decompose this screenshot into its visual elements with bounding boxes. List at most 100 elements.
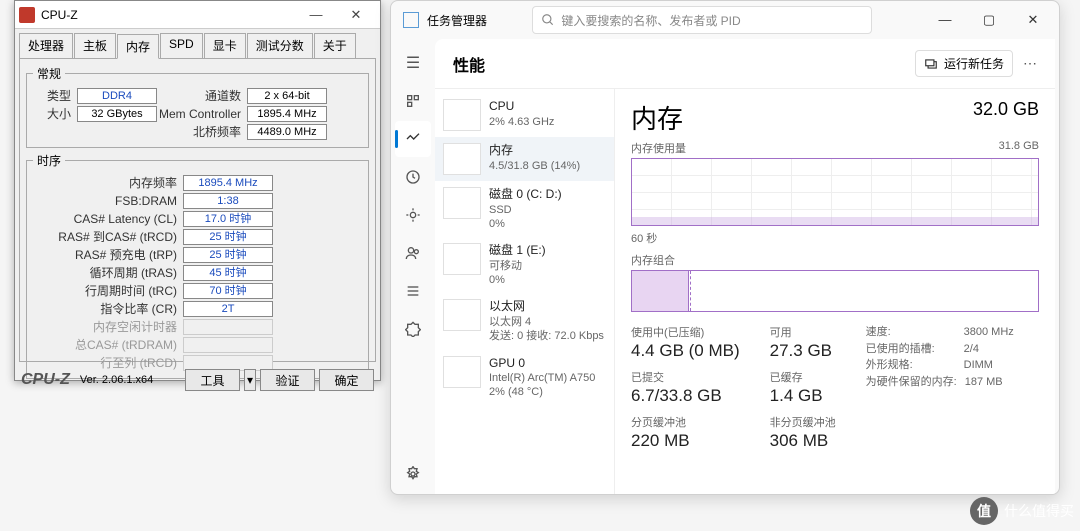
channels-label: 通道数	[157, 87, 247, 104]
resource-thumb	[443, 243, 481, 275]
resource-thumb	[443, 299, 481, 331]
resource-thumb	[443, 187, 481, 219]
sixty-label: 60 秒	[631, 230, 1039, 246]
tab-bench[interactable]: 测试分数	[247, 33, 313, 58]
search-placeholder: 键入要搜索的名称、发布者或 PID	[561, 12, 740, 29]
resource-sub: 4.5/31.8 GB (14%)	[489, 159, 580, 173]
details-icon[interactable]	[395, 273, 431, 309]
usage-label: 内存使用量	[631, 140, 686, 156]
timing-label: RAS# 预充电 (tRP)	[33, 246, 183, 263]
search-input[interactable]: 键入要搜索的名称、发布者或 PID	[532, 6, 872, 34]
general-legend: 常规	[33, 65, 65, 82]
tab-memory[interactable]: 内存	[117, 34, 159, 59]
sidebar-nav: ☰	[391, 39, 435, 494]
resource-thumb	[443, 99, 481, 131]
memory-detail: 内存 32.0 GB 内存使用量 31.8 GB 60 秒 内存组合 使用中(已…	[615, 89, 1055, 494]
general-group: 常规 类型 DDR4 通道数 2 x 64-bit 大小 32 GBytes M…	[26, 65, 369, 148]
resource-sub2: 2% (48 °C)	[489, 385, 595, 399]
nb-label: 北桥频率	[157, 123, 247, 140]
memctrl-label: Mem Controller	[157, 107, 247, 121]
resource-sub2: 0%	[489, 217, 562, 231]
performance-icon[interactable]	[395, 121, 431, 157]
history-icon[interactable]	[395, 159, 431, 195]
run-icon	[924, 57, 938, 71]
tab-spd[interactable]: SPD	[160, 33, 203, 58]
resource-item[interactable]: CPU 2% 4.63 GHz	[435, 93, 614, 137]
resource-sub: 可移动	[489, 259, 546, 273]
timing-label: 指令比率 (CR)	[33, 300, 183, 317]
hamburger-icon[interactable]: ☰	[395, 45, 431, 81]
resource-item[interactable]: 磁盘 0 (C: D:) SSD 0%	[435, 181, 614, 237]
page-title: 性能	[453, 52, 485, 76]
tm-head: 性能 运行新任务 ⋯	[435, 39, 1055, 89]
watermark: 值 什么值得买	[970, 497, 1074, 525]
memory-specs: 速度:3800 MHz已使用的插槽:2/4外形规格:DIMM为硬件保留的内存:1…	[866, 324, 1014, 459]
resource-item[interactable]: 以太网 以太网 4 发送: 0 接收: 72.0 Kbps	[435, 293, 614, 349]
resource-name: 磁盘 0 (C: D:)	[489, 187, 562, 203]
timing-value: 2T	[183, 301, 273, 317]
timing-label-disabled: 内存空闲计时器	[33, 318, 183, 335]
resource-sub2: 发送: 0 接收: 72.0 Kbps	[489, 329, 604, 343]
resource-item[interactable]: 磁盘 1 (E:) 可移动 0%	[435, 237, 614, 293]
users-icon[interactable]	[395, 235, 431, 271]
memory-stats: 使用中(已压缩)4.4 GB (0 MB) 已提交6.7/33.8 GB 分页缓…	[631, 324, 1039, 459]
resource-sub: Intel(R) Arc(TM) A750	[489, 371, 595, 385]
tm-main: ☰ 性能 运行新任务 ⋯ CPU	[391, 39, 1059, 494]
settings-icon[interactable]	[395, 456, 431, 492]
resource-sub: 2% 4.63 GHz	[489, 115, 554, 129]
tools-dropdown[interactable]: ▾	[244, 369, 256, 391]
size-label: 大小	[33, 105, 77, 122]
composition-label: 内存组合	[631, 252, 675, 268]
usage-max: 31.8 GB	[999, 140, 1039, 156]
tab-cpu[interactable]: 处理器	[19, 33, 73, 58]
timing-value-empty	[183, 337, 273, 353]
maximize-button[interactable]: ▢	[967, 12, 1011, 28]
resource-item[interactable]: 内存 4.5/31.8 GB (14%)	[435, 137, 614, 181]
tab-graphics[interactable]: 显卡	[204, 33, 246, 58]
timing-label: RAS# 到CAS# (tRCD)	[33, 228, 183, 245]
cpuz-titlebar: CPU-Z — ✕	[15, 1, 380, 29]
memctrl-value: 1895.4 MHz	[247, 106, 327, 122]
timing-value: 25 时钟	[183, 247, 273, 263]
resource-name: 以太网	[489, 299, 604, 315]
timings-group: 时序 内存频率1895.4 MHzFSB:DRAM1:38CAS# Latenc…	[26, 152, 369, 379]
minimize-button[interactable]: —	[923, 12, 967, 28]
startup-icon[interactable]	[395, 197, 431, 233]
type-label: 类型	[33, 87, 77, 104]
timing-value-empty	[183, 319, 273, 335]
run-task-button[interactable]: 运行新任务	[915, 50, 1013, 77]
processes-icon[interactable]	[395, 83, 431, 119]
timing-value: 45 时钟	[183, 265, 273, 281]
cpuz-logo: CPU-Z	[21, 371, 70, 389]
cpuz-icon	[19, 7, 35, 23]
ok-button[interactable]: 确定	[319, 369, 374, 391]
more-button[interactable]: ⋯	[1023, 55, 1037, 72]
spec-row: 速度:3800 MHz	[866, 324, 1014, 341]
timing-label: CAS# Latency (CL)	[33, 212, 183, 226]
nb-value: 4489.0 MHz	[247, 124, 327, 140]
cpuz-window: CPU-Z — ✕ 处理器 主板 内存 SPD 显卡 测试分数 关于 常规 类型…	[14, 0, 381, 381]
search-icon	[541, 13, 555, 27]
tab-about[interactable]: 关于	[314, 33, 356, 58]
resource-thumb	[443, 143, 481, 175]
resource-item[interactable]: GPU 0 Intel(R) Arc(TM) A750 2% (48 °C)	[435, 350, 614, 406]
resource-thumb	[443, 356, 481, 388]
close-button[interactable]: ✕	[336, 7, 376, 23]
close-button[interactable]: ✕	[1011, 12, 1055, 28]
cpuz-version: Ver. 2.06.1.x64	[80, 374, 153, 386]
tab-mainboard[interactable]: 主板	[74, 33, 116, 58]
tm-split: CPU 2% 4.63 GHz 内存 4.5/31.8 GB (14%) 磁盘 …	[435, 89, 1055, 494]
watermark-icon: 值	[970, 497, 998, 525]
minimize-button[interactable]: —	[296, 7, 336, 22]
resource-sub: SSD	[489, 203, 562, 217]
timing-label: 内存频率	[33, 174, 183, 191]
resource-name: 磁盘 1 (E:)	[489, 243, 546, 259]
task-manager-window: 任务管理器 键入要搜索的名称、发布者或 PID — ▢ ✕ ☰ 性能	[390, 0, 1060, 495]
spec-row: 为硬件保留的内存:187 MB	[866, 374, 1014, 391]
validate-button[interactable]: 验证	[260, 369, 315, 391]
timings-legend: 时序	[33, 152, 65, 169]
services-icon[interactable]	[395, 311, 431, 347]
detail-total: 32.0 GB	[973, 99, 1039, 120]
spec-row: 外形规格:DIMM	[866, 357, 1014, 374]
tools-button[interactable]: 工具	[185, 369, 240, 391]
